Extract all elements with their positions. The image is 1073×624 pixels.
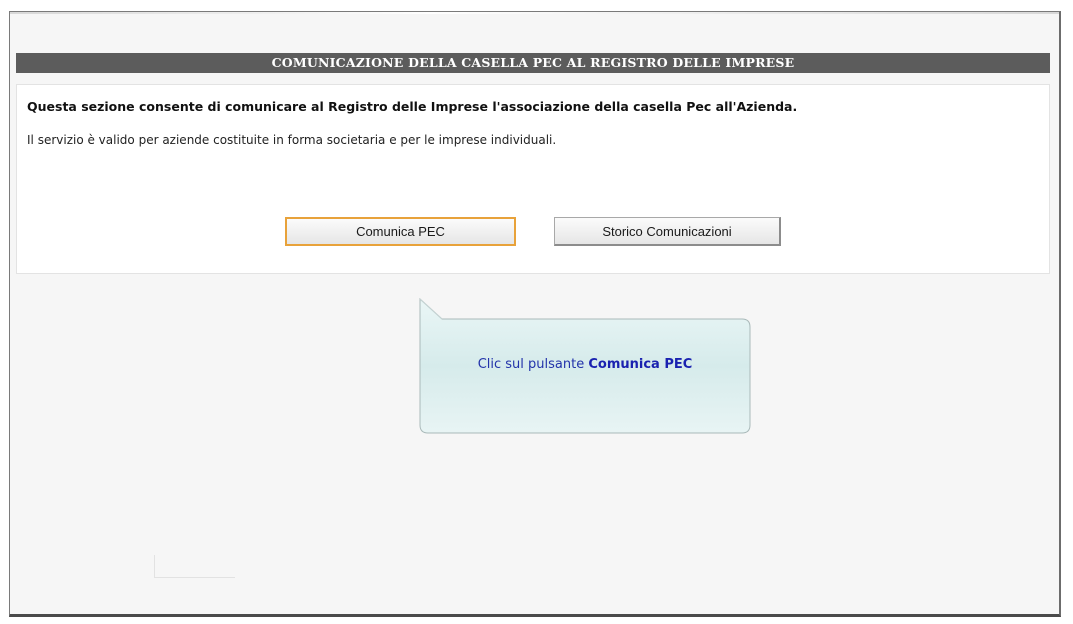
faint-artifact [154,555,235,578]
section-title: COMUNICAZIONE DELLA CASELLA PEC AL REGIS… [16,53,1050,73]
callout-prefix: Clic sul pulsante [477,357,589,372]
content-panel: Questa sezione consente di comunicare al… [16,84,1050,274]
tooltip-callout: Clic sul pulsante Comunica PEC [418,297,752,435]
callout-message: Clic sul pulsante Comunica PEC [418,357,752,372]
intro-heading: Questa sezione consente di comunicare al… [27,99,798,114]
storico-comunicazioni-button[interactable]: Storico Comunicazioni [554,217,781,246]
callout-emphasis: Comunica PEC [588,357,693,372]
window-top-edge [10,12,1059,14]
comunica-pec-button[interactable]: Comunica PEC [285,217,516,246]
intro-description: Il servizio è valido per aziende costitu… [27,133,557,147]
